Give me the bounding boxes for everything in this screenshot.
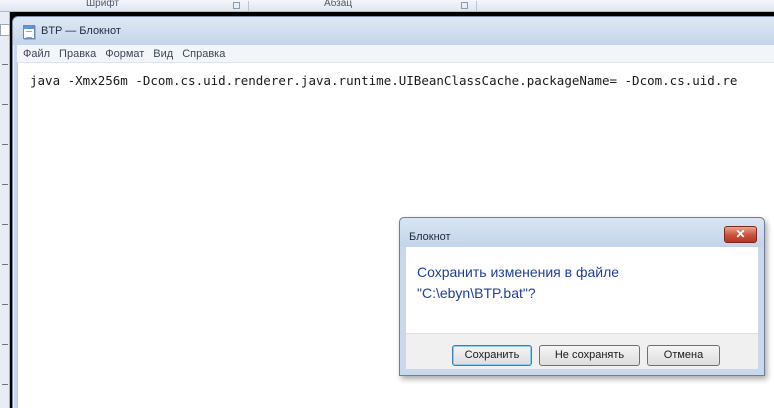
ruler-tick (2, 144, 8, 145)
background-ribbon: Шрифт Абзац (0, 0, 774, 12)
menu-file[interactable]: Файл (23, 48, 50, 60)
ruler-tick (2, 344, 8, 345)
dialog-launcher-icon[interactable] (233, 2, 240, 9)
dialog-message-line1: Сохранить изменения в файле (417, 264, 620, 280)
ruler-tick (2, 384, 8, 385)
window-title: BTP — Блокнот (41, 25, 121, 37)
ruler-tick (2, 184, 8, 185)
close-icon[interactable]: ✕ (724, 226, 757, 243)
menu-view[interactable]: Вид (153, 48, 173, 60)
notepad-app-icon[interactable] (23, 25, 35, 39)
ruler-margin-marker (0, 24, 10, 36)
dialog-message-filepath: "C:\ebyn\BTP.bat"? (417, 285, 536, 301)
menu-help[interactable]: Справка (182, 48, 225, 60)
dont-save-button[interactable]: Не сохранять (539, 345, 640, 366)
dialog-title: Блокнот (409, 231, 451, 243)
dialog-body: Сохранить изменения в файле "C:\ebyn\BTP… (406, 247, 758, 333)
save-button[interactable]: Сохранить (452, 345, 532, 366)
save-changes-dialog: Блокнот ✕ Сохранить изменения в файле "C… (399, 217, 765, 376)
menu-edit[interactable]: Правка (59, 48, 96, 60)
ruler-tick (2, 304, 8, 305)
dialog-message: Сохранить изменения в файле "C:\ebyn\BTP… (417, 262, 747, 304)
ruler-tick (2, 104, 8, 105)
ruler-tick (2, 64, 8, 65)
ribbon-separator (248, 1, 249, 12)
ribbon-group-font-label: Шрифт (86, 0, 119, 9)
menu-bar: Файл Правка Формат Вид Справка (17, 45, 774, 63)
ribbon-group-paragraph-label: Абзац (324, 0, 353, 9)
editor-content[interactable]: java -Xmx256m -Dcom.cs.uid.renderer.java… (30, 73, 737, 88)
dialog-titlebar[interactable]: Блокнот ✕ (400, 218, 764, 247)
ruler-tick (2, 224, 8, 225)
menu-format[interactable]: Формат (105, 48, 144, 60)
ruler-tick (2, 264, 8, 265)
cancel-button[interactable]: Отмена (647, 345, 720, 366)
dialog-launcher-icon[interactable] (461, 2, 468, 9)
dialog-footer: Сохранить Не сохранять Отмена (406, 333, 758, 369)
ribbon-separator (476, 1, 477, 12)
notepad-titlebar[interactable]: BTP — Блокнот (13, 17, 774, 45)
vertical-ruler (0, 12, 10, 408)
